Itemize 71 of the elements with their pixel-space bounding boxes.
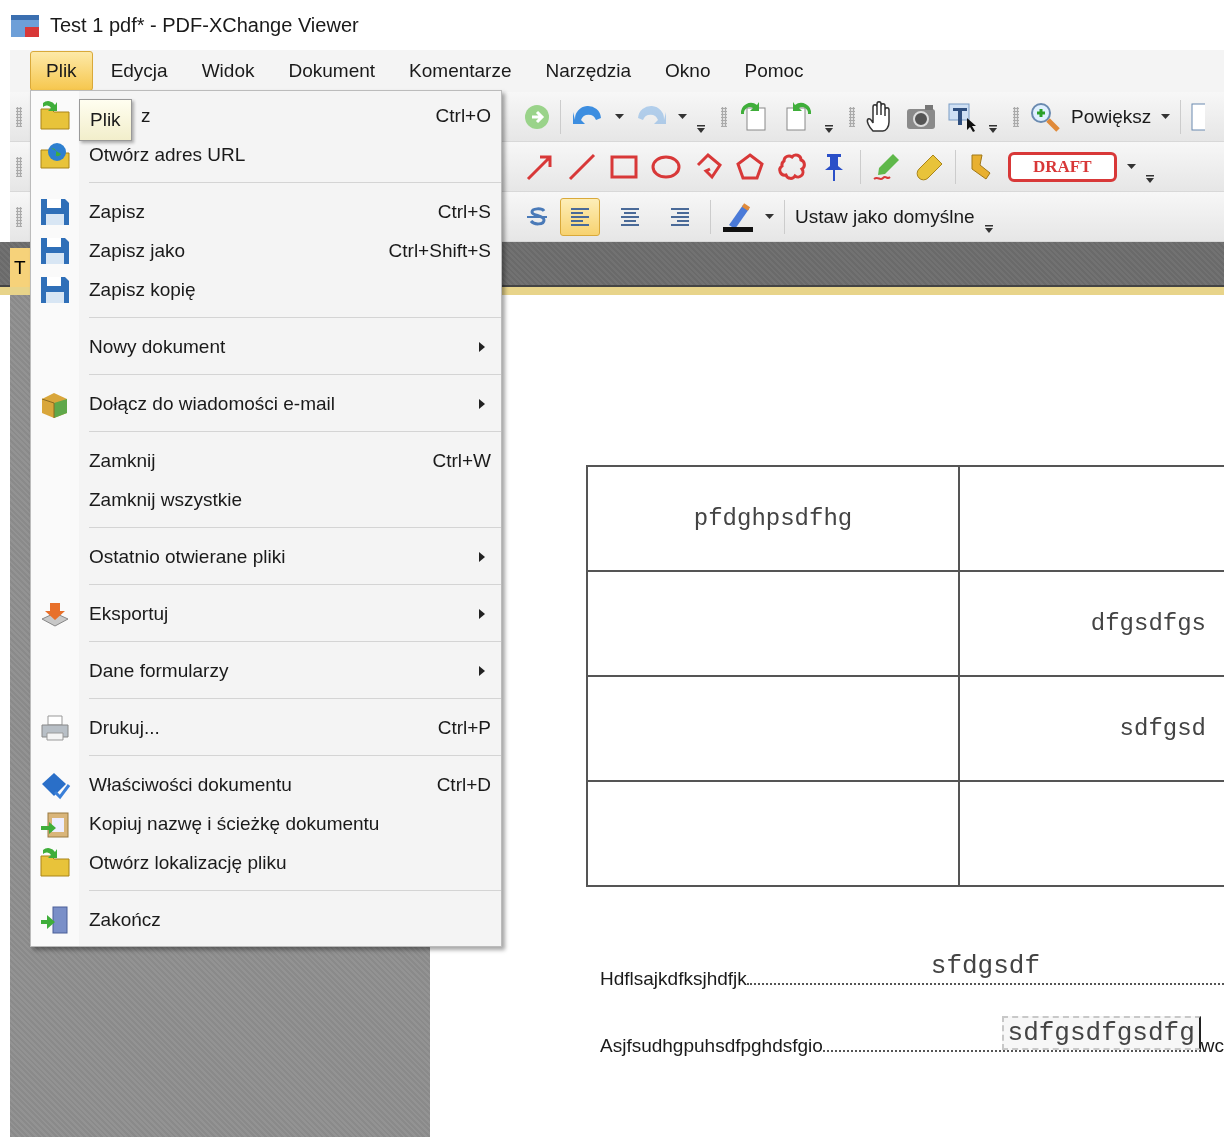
zoom-button[interactable]: Powiększ — [1071, 105, 1152, 128]
shortcut-text: Ctrl+D — [436, 773, 491, 796]
shortcut-text: Ctrl+W — [432, 449, 491, 472]
tooltip: Plik — [79, 98, 132, 141]
caret-icon[interactable] — [615, 113, 624, 120]
table-cell: pfdghpsdfhg — [587, 466, 959, 571]
menu-item[interactable]: Nowy dokument — [89, 335, 226, 358]
menu-item[interactable]: Komentarze — [393, 51, 528, 91]
align-right-icon — [669, 205, 691, 228]
caret-icon[interactable] — [1161, 113, 1171, 120]
caret-icon[interactable] — [1126, 163, 1136, 170]
app-icon — [10, 12, 40, 38]
exit-door-icon — [39, 904, 71, 935]
overflow-icon[interactable] — [989, 125, 997, 133]
menu-item[interactable]: z — [141, 104, 151, 127]
shortcut-text: Ctrl+Shift+S — [388, 239, 491, 262]
menu-item[interactable]: Zakończ — [89, 908, 161, 931]
document-tab[interactable]: T — [10, 248, 30, 287]
pentagon-icon[interactable] — [734, 150, 766, 183]
menu-item[interactable]: Zapisz — [89, 200, 145, 223]
menu-item[interactable]: Widok — [185, 51, 271, 91]
overflow-icon[interactable] — [984, 225, 993, 233]
window-title: Test 1 pdf* - PDF-XChange Viewer — [50, 13, 359, 37]
menu-item[interactable]: Ostatnio otwierane pliki — [89, 545, 286, 568]
submenu-arrow-icon — [479, 551, 485, 562]
menu-item[interactable]: Pomoc — [728, 51, 820, 91]
menu-item[interactable]: Zamknij — [89, 449, 156, 472]
submenu-arrow-icon — [479, 398, 485, 409]
submenu-arrow-icon — [479, 608, 485, 619]
menu-item[interactable]: Zapisz kopię — [89, 278, 196, 301]
align-center-icon — [619, 205, 641, 228]
menu-item[interactable]: Zapisz jako — [89, 239, 186, 262]
menu-item[interactable]: Zamknij wszystkie — [89, 488, 243, 511]
menu-item[interactable]: Drukuj... — [89, 716, 160, 739]
menu-item[interactable]: Dokument — [272, 51, 392, 91]
menu-item[interactable]: Eksportuj — [89, 602, 169, 625]
folder-icon — [39, 847, 71, 878]
menu-item[interactable]: Otwórz adres URL — [89, 143, 246, 166]
menu-item[interactable]: Dołącz do wiadomości e-mail — [89, 392, 336, 415]
field-text: wc — [1200, 1035, 1224, 1057]
caret-icon[interactable] — [678, 113, 687, 120]
caret-icon[interactable] — [765, 213, 774, 220]
folder-icon — [39, 100, 71, 131]
camera-icon[interactable] — [905, 102, 937, 131]
set-default-button[interactable]: Ustaw jako domyślne — [795, 205, 975, 228]
menu-item[interactable]: Kopiuj nazwę i ścieżkę dokumentu — [89, 812, 380, 835]
menu-item[interactable]: Okno — [649, 51, 727, 91]
shortcut-text: Ctrl+O — [435, 104, 491, 127]
overflow-icon[interactable] — [825, 125, 833, 133]
overflow-icon[interactable] — [1145, 175, 1154, 183]
menu-item[interactable]: Dane formularzy — [89, 659, 229, 682]
shortcut-text: Ctrl+P — [437, 716, 491, 739]
form-field[interactable]: sfdgsdf — [924, 949, 1046, 983]
menu-item[interactable]: Plik — [30, 51, 93, 91]
cloud-icon[interactable] — [776, 150, 808, 183]
align-left-icon — [569, 205, 591, 228]
zoom-in-icon[interactable] — [1029, 100, 1061, 133]
field-label: Asjfsudhgpuhsdfpghdsfgio — [600, 1035, 823, 1057]
menu-item[interactable]: Właściwości dokumentu — [89, 773, 292, 796]
submenu-arrow-icon — [479, 665, 485, 676]
form-field[interactable]: sdfgsdfgsdfg — [1001, 1016, 1201, 1050]
stamp-button[interactable]: DRAFT — [1008, 151, 1117, 182]
menu-item[interactable]: Narzędzia — [529, 51, 648, 91]
overflow-icon[interactable] — [697, 125, 705, 133]
menu-item[interactable]: Otwórz lokalizację pliku — [89, 851, 287, 874]
field-label: Hdflsajkdfksjhdfjk — [600, 968, 747, 990]
align-left-button[interactable] — [560, 197, 600, 236]
printer-icon — [39, 712, 71, 743]
submenu-arrow-icon — [479, 341, 485, 352]
menu-item[interactable]: Edycja — [94, 51, 184, 91]
shortcut-text: Ctrl+S — [437, 200, 491, 223]
